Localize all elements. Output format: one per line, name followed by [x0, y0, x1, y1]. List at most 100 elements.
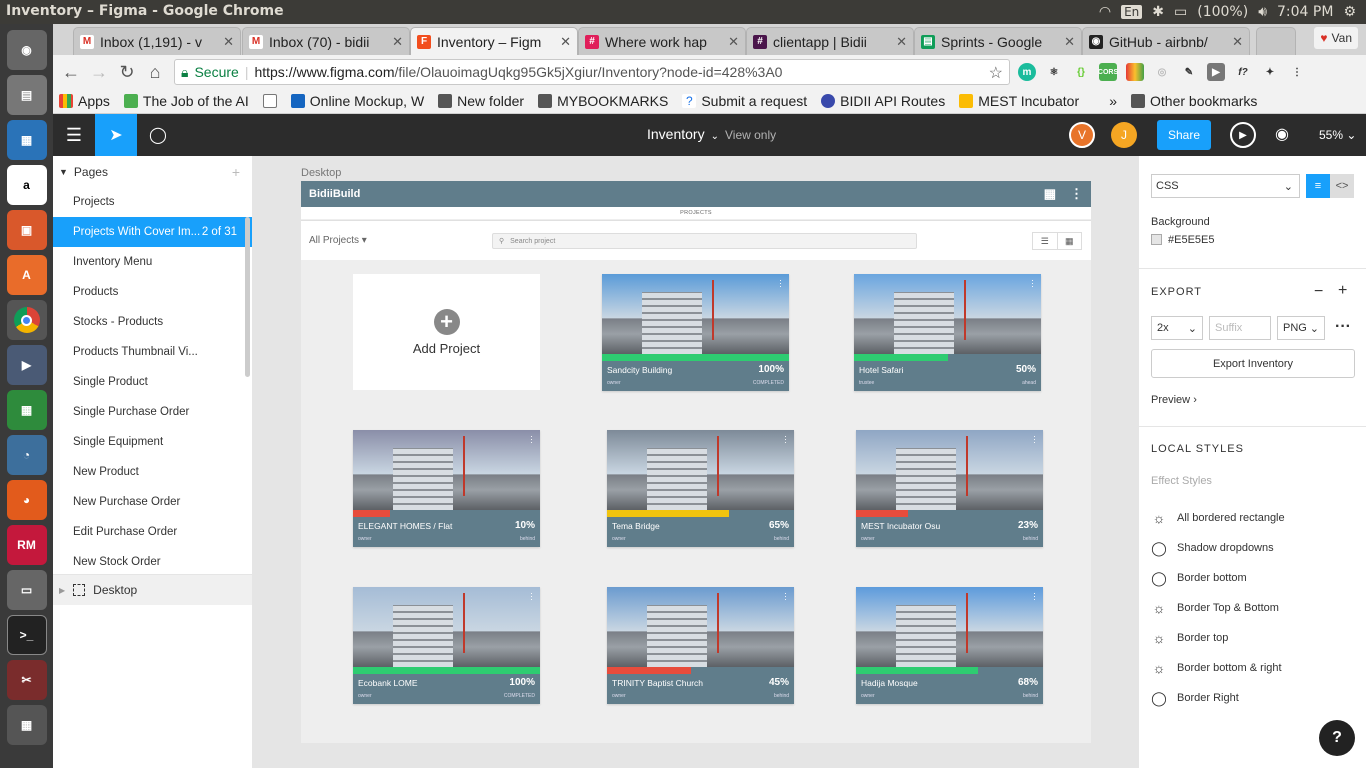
files-icon[interactable]: ▤	[6, 75, 47, 115]
amazon-icon[interactable]: a	[6, 165, 47, 205]
close-icon[interactable]: ✕	[560, 34, 571, 50]
hamburger-menu-icon[interactable]: ☰	[53, 114, 95, 156]
code-language-select[interactable]: CSS ⌄	[1151, 174, 1300, 198]
settings-icon[interactable]: ◔	[6, 435, 47, 475]
project-card[interactable]: · · · Hadija Mosque 68% owner behind	[856, 587, 1043, 704]
tab-slack-channel[interactable]: # clientapp | Bidii ✕	[746, 27, 914, 55]
home-icon[interactable]: ⌂	[141, 58, 169, 86]
close-icon[interactable]: ✕	[392, 34, 403, 50]
bookmark-page[interactable]	[257, 94, 285, 108]
tab-gmail-2[interactable]: M Inbox (70) - bidii ✕	[242, 27, 410, 55]
page-item[interactable]: Single Purchase Order	[53, 397, 252, 427]
avatar-j[interactable]: J	[1111, 122, 1137, 148]
project-card[interactable]: · · · TRINITY Baptist Church 45% owner behind	[607, 587, 794, 704]
pages-header[interactable]: ▼ Pages +	[53, 156, 252, 187]
rubymine-icon[interactable]: RM	[6, 525, 47, 565]
new-tab-button[interactable]	[1256, 27, 1296, 55]
close-icon[interactable]: ✕	[1232, 34, 1243, 50]
disk-icon[interactable]: ▭	[6, 570, 47, 610]
project-card[interactable]: · · · Ecobank LOME 100% owner COMPLETED	[353, 587, 540, 704]
close-icon[interactable]: ✕	[1064, 34, 1075, 50]
software-center-icon[interactable]: A	[6, 255, 47, 295]
page-item[interactable]: Single Product	[53, 367, 252, 397]
code-icon[interactable]: <>	[1330, 174, 1354, 198]
color-icon[interactable]	[1126, 63, 1144, 81]
avatar-v[interactable]: V	[1069, 122, 1095, 148]
more-vert-icon[interactable]: · · ·	[1033, 432, 1036, 447]
background-value-row[interactable]: #E5E5E5	[1151, 234, 1214, 246]
json-icon[interactable]: {}	[1072, 63, 1090, 81]
project-card[interactable]: · · · ELEGANT HOMES / Flat 10% owner behind	[353, 430, 540, 547]
more-vert-icon[interactable]: · · ·	[1031, 276, 1034, 291]
expand-icon[interactable]: ▶	[59, 586, 65, 595]
more-vert-icon[interactable]: · · ·	[784, 589, 787, 604]
calc-icon[interactable]: ▦	[6, 390, 47, 430]
canvas[interactable]: Desktop BidiiBuild ▦ ⋮ PROJECTS All Proje…	[254, 156, 1138, 768]
bookmark-new-folder[interactable]: New folder	[432, 93, 532, 109]
tab-github[interactable]: ◉ GitHub - airbnb/ ✕	[1082, 27, 1250, 55]
bookmark-other[interactable]: Other bookmarks	[1125, 93, 1265, 109]
export-button[interactable]: Export Inventory	[1151, 349, 1355, 378]
writer-icon[interactable]: ▦	[6, 120, 47, 160]
video-icon[interactable]: ▶	[6, 345, 47, 385]
page-item[interactable]: New Purchase Order	[53, 487, 252, 517]
frame-label[interactable]: Desktop	[301, 167, 341, 179]
workspaces-icon[interactable]: ▦	[6, 705, 47, 745]
page-item[interactable]: Edit Purchase Order	[53, 517, 252, 547]
page-item[interactable]: Products Thumbnail Vi...	[53, 337, 252, 367]
page-item[interactable]: Products	[53, 277, 252, 307]
grid-apps-icon[interactable]: ▦	[1044, 186, 1056, 202]
menu-dots-icon[interactable]: ⋮	[1288, 63, 1306, 81]
eye-icon[interactable]: ◉	[1275, 124, 1289, 144]
ubuntu-dash-icon[interactable]: ◉	[6, 30, 47, 70]
clock[interactable]: 7:04 PM	[1277, 4, 1333, 20]
export-scale-select[interactable]: 2x ⌄	[1151, 316, 1203, 340]
add-project-card[interactable]: + Add Project	[353, 274, 540, 390]
forward-icon[interactable]: →	[85, 58, 113, 86]
tab-gmail-1[interactable]: M Inbox (1,191) - v ✕	[73, 27, 241, 55]
font-icon[interactable]: f?	[1234, 63, 1252, 81]
move-tool-icon[interactable]: ➤	[95, 114, 137, 156]
circle-ext-icon[interactable]: ◎	[1153, 63, 1171, 81]
export-suffix-input[interactable]: Suffix	[1209, 316, 1271, 340]
help-button[interactable]: ?	[1319, 720, 1355, 756]
battery-icon[interactable]: ▭	[1174, 4, 1187, 20]
bookmark-star-icon[interactable]: ☆	[989, 63, 1003, 83]
react-devtools-icon[interactable]: ⚛	[1045, 63, 1063, 81]
present-play-icon[interactable]: ▶	[1230, 122, 1256, 148]
project-card[interactable]: · · · Hotel Safari 50% trustee ahead	[854, 274, 1041, 391]
plus-icon[interactable]: +	[1338, 282, 1347, 300]
add-page-icon[interactable]: +	[232, 164, 240, 180]
more-vert-icon[interactable]: · · ·	[779, 276, 782, 291]
profile-button[interactable]: ♥ Van	[1314, 27, 1358, 49]
style-item[interactable]: ☼ Border Top & Bottom	[1151, 600, 1279, 616]
bookmark-apps[interactable]: Apps	[53, 93, 118, 109]
volume-icon[interactable]: 🔊︎	[1258, 4, 1267, 20]
reload-icon[interactable]: ↻	[113, 58, 141, 86]
bluetooth-icon[interactable]: ✱	[1152, 4, 1164, 20]
keyboard-indicator[interactable]: En	[1121, 5, 1143, 19]
bookmarks-overflow[interactable]: »	[1103, 93, 1125, 109]
close-icon[interactable]: ✕	[896, 34, 907, 50]
grid-view-icon[interactable]: ▦	[1056, 233, 1082, 249]
list-view-icon[interactable]: ☰	[1033, 233, 1057, 249]
more-vert-icon[interactable]: · · ·	[530, 589, 533, 604]
bookmark-mockup[interactable]: Online Mockup, W	[285, 93, 432, 109]
cors-icon[interactable]: CORS	[1098, 63, 1118, 81]
extension-m-icon[interactable]: m	[1018, 63, 1036, 81]
all-projects-dropdown[interactable]: All Projects ▾	[309, 235, 367, 246]
bookmark-mest[interactable]: MEST Incubator	[953, 93, 1103, 109]
style-item[interactable]: ☼ All bordered rectangle	[1151, 510, 1285, 526]
style-item[interactable]: ☼ Border top	[1151, 630, 1229, 646]
more-horizontal-icon[interactable]: ···	[1335, 318, 1351, 336]
close-icon[interactable]: ✕	[728, 34, 739, 50]
search-input[interactable]: ⚲ Search project	[492, 233, 917, 249]
page-item[interactable]: Single Equipment	[53, 427, 252, 457]
tool-icon[interactable]: ✂	[6, 660, 47, 700]
wifi-icon[interactable]: ◠	[1099, 4, 1111, 20]
more-vert-icon[interactable]: ⋮	[1070, 186, 1083, 202]
more-vert-icon[interactable]: · · ·	[784, 432, 787, 447]
project-card[interactable]: · · · Tema Bridge 65% owner behind	[607, 430, 794, 547]
more-vert-icon[interactable]: · · ·	[1033, 589, 1036, 604]
comment-tool-icon[interactable]: ◯	[137, 114, 179, 156]
